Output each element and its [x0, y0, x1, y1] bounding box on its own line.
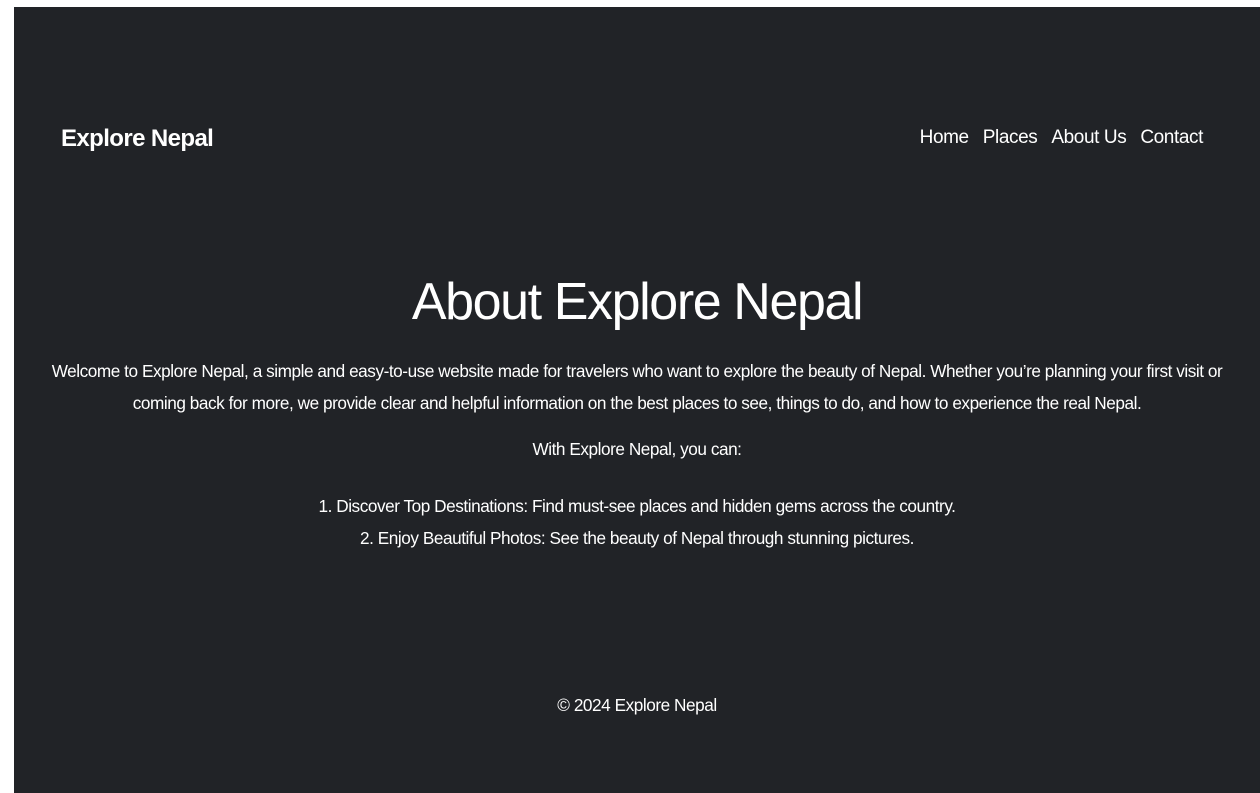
navbar: Explore Nepal Home Places About Us Conta… — [14, 119, 1260, 159]
page-viewport: Explore Nepal Home Places About Us Conta… — [14, 7, 1260, 793]
footer-copyright: © 2024 Explore Nepal — [557, 695, 717, 715]
list-item: 2. Enjoy Beautiful Photos: See the beaut… — [360, 528, 914, 548]
nav-link-home[interactable]: Home — [920, 127, 969, 149]
nav-menu: Home Places About Us Contact — [920, 127, 1204, 149]
nav-link-contact[interactable]: Contact — [1140, 127, 1203, 149]
features-list: 1. Discover Top Destinations: Find must-… — [14, 490, 1260, 554]
features-lead-text: With Explore Nepal, you can: — [532, 439, 742, 459]
brand-logo-link[interactable]: Explore Nepal — [61, 125, 214, 153]
intro-paragraph: Welcome to Explore Nepal, a simple and e… — [51, 361, 1223, 413]
nav-link-about-us[interactable]: About Us — [1051, 127, 1126, 149]
about-section: About Explore Nepal Welcome to Explore N… — [14, 269, 1260, 554]
page-title: About Explore Nepal — [411, 273, 864, 331]
nav-link-places[interactable]: Places — [983, 127, 1038, 149]
list-item: 1. Discover Top Destinations: Find must-… — [318, 496, 956, 516]
